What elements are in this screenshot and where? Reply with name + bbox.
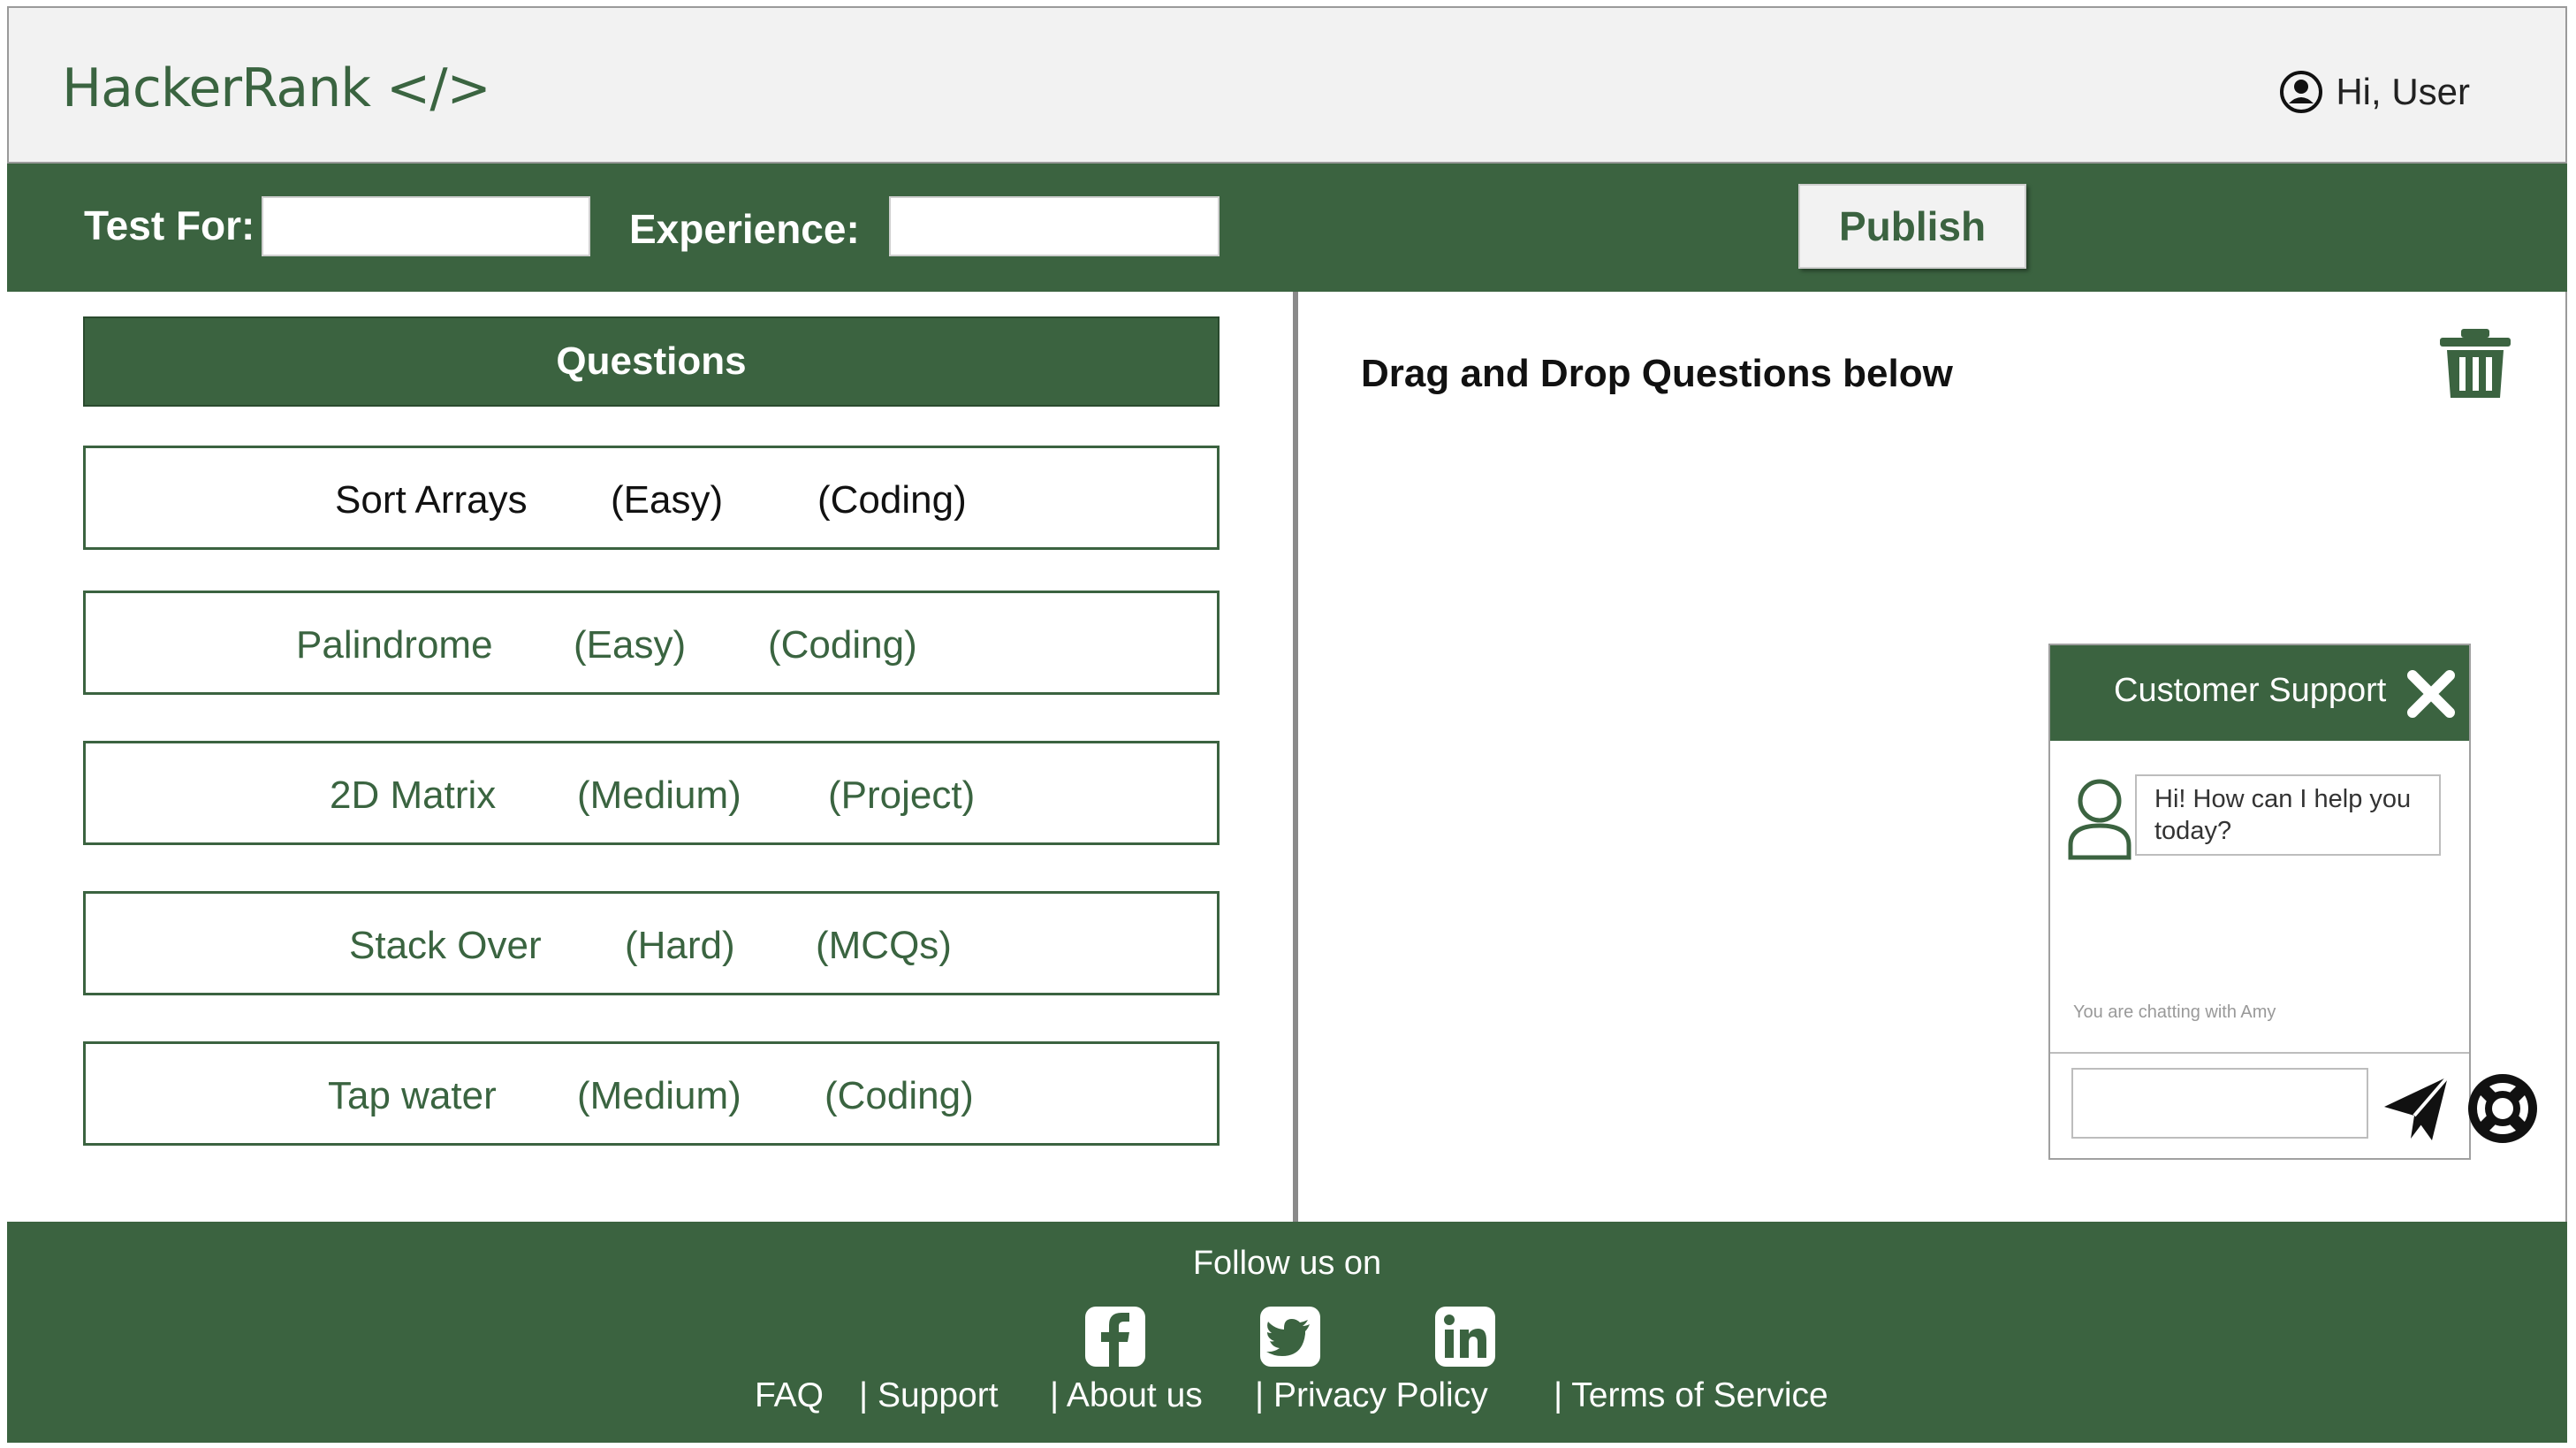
- support-title: Customer Support: [2114, 672, 2387, 709]
- question-type: (Coding): [824, 1074, 974, 1117]
- question-type: (MCQs): [816, 924, 952, 967]
- question-item[interactable]: 2D Matrix (Medium) (Project): [83, 741, 1220, 845]
- trash-icon[interactable]: [2435, 327, 2516, 400]
- footer-link-privacy[interactable]: | Privacy Policy: [1255, 1376, 1488, 1415]
- hackerrank-logo[interactable]: HackerRank </>: [62, 57, 491, 119]
- customer-support-widget: Customer Support Hi! How can I help you …: [2048, 644, 2471, 1160]
- close-icon[interactable]: [2405, 668, 2457, 720]
- support-header: Customer Support: [2050, 645, 2469, 741]
- question-name: Tap water: [328, 1074, 497, 1117]
- user-menu[interactable]: Hi, User: [2279, 70, 2470, 114]
- test-for-label: Test For:: [84, 202, 255, 248]
- question-item[interactable]: Tap water (Medium) (Coding): [83, 1041, 1220, 1146]
- experience-label: Experience:: [629, 206, 860, 252]
- footer-link-support[interactable]: | Support: [859, 1376, 999, 1415]
- experience-input[interactable]: [889, 196, 1220, 256]
- support-message: Hi! How can I help you today?: [2135, 774, 2441, 856]
- support-message-input[interactable]: [2071, 1068, 2368, 1139]
- question-difficulty: (Hard): [625, 924, 735, 967]
- question-type: (Coding): [768, 623, 917, 667]
- footer-link-faq[interactable]: FAQ: [755, 1376, 824, 1415]
- question-type: (Coding): [817, 478, 967, 522]
- lifebuoy-icon[interactable]: [2467, 1073, 2538, 1144]
- questions-header: Questions: [83, 316, 1220, 407]
- question-item[interactable]: Palindrome (Easy) (Coding): [83, 591, 1220, 695]
- linkedin-icon[interactable]: [1433, 1305, 1497, 1368]
- twitter-icon[interactable]: [1258, 1305, 1322, 1368]
- facebook-icon[interactable]: [1083, 1305, 1147, 1368]
- publish-button[interactable]: Publish: [1798, 184, 2026, 269]
- question-difficulty: (Medium): [577, 1074, 741, 1117]
- footer-link-about[interactable]: | About us: [1050, 1376, 1203, 1415]
- test-for-input[interactable]: [262, 196, 590, 256]
- user-greeting: Hi, User: [2336, 71, 2470, 112]
- question-difficulty: (Medium): [577, 774, 741, 817]
- footer-link-terms[interactable]: | Terms of Service: [1554, 1376, 1828, 1415]
- question-difficulty: (Easy): [611, 478, 724, 522]
- chatting-with-label: You are chatting with Amy: [2073, 1002, 2276, 1022]
- follow-us-label: Follow us on: [1192, 1245, 1382, 1282]
- question-name: Sort Arrays: [335, 478, 528, 522]
- question-type: (Project): [828, 774, 976, 817]
- question-name: Stack Over: [349, 924, 542, 967]
- question-item[interactable]: Stack Over (Hard) (MCQs): [83, 891, 1220, 995]
- question-difficulty: (Easy): [574, 623, 687, 667]
- agent-avatar-icon: [2068, 779, 2131, 860]
- question-name: Palindrome: [296, 623, 493, 667]
- top-header: HackerRank </> Hi, User: [7, 6, 2567, 164]
- question-item[interactable]: Sort Arrays (Easy) (Coding): [83, 446, 1220, 550]
- user-circle-icon: [2280, 71, 2323, 113]
- question-name: 2D Matrix: [330, 774, 497, 817]
- send-icon[interactable]: [2381, 1073, 2451, 1144]
- drop-area-title: Drag and Drop Questions below: [1361, 352, 1953, 395]
- site-footer: Follow us on FAQ | Support | About us | …: [7, 1222, 2567, 1443]
- support-separator: [2050, 1052, 2469, 1054]
- panel-divider: [1293, 292, 1298, 1222]
